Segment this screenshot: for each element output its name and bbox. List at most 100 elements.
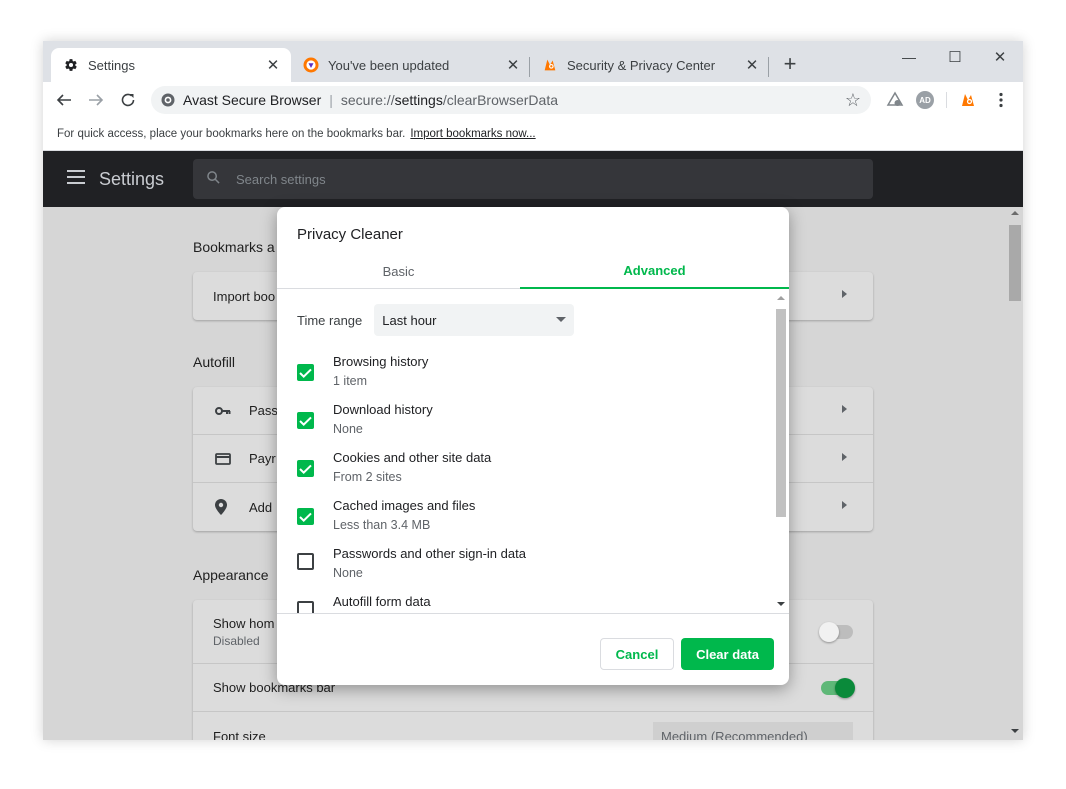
hamburger-menu-icon[interactable] — [67, 170, 85, 184]
menu-button[interactable] — [990, 89, 1012, 111]
row-label: Add — [249, 499, 273, 515]
dialog-tabs: Basic Advanced — [277, 253, 789, 289]
close-icon: ✕ — [993, 49, 1007, 66]
tab-security-privacy[interactable]: Security & Privacy Center ✕ — [530, 48, 770, 82]
checkmark-icon — [299, 368, 312, 378]
clear-data-button[interactable]: Clear data — [681, 638, 774, 670]
scrollbar-thumb[interactable] — [1009, 225, 1021, 301]
bookmarks-bar: For quick access, place your bookmarks h… — [43, 118, 1023, 151]
time-range-value: Last hour — [382, 313, 437, 328]
dialog-scrollbar[interactable] — [773, 291, 789, 613]
avatar: AD — [916, 91, 934, 109]
show-home-label: Show hom — [213, 615, 275, 631]
font-size-row[interactable]: Font size Medium (Recommended) — [193, 712, 873, 740]
option-label: Cached images and files — [333, 498, 476, 513]
scrollbar-thumb[interactable] — [776, 309, 786, 517]
credit-card-icon — [215, 452, 233, 465]
adblock-extension-icon — [886, 91, 904, 106]
option-sub: 1 item — [333, 374, 368, 388]
browser-name: Avast Secure Browser — [183, 92, 322, 108]
search-placeholder: Search settings — [236, 171, 326, 187]
tab-updated[interactable]: You've been updated ✕ — [291, 48, 531, 82]
security-center-button[interactable] — [957, 89, 979, 111]
extension-button[interactable] — [884, 89, 906, 111]
reload-button[interactable] — [117, 89, 139, 111]
checkbox-checked[interactable] — [297, 460, 314, 477]
import-bookmarks-link[interactable]: Import bookmarks now... — [410, 128, 535, 140]
close-icon[interactable]: ✕ — [265, 57, 281, 74]
tab-advanced[interactable]: Advanced — [520, 253, 789, 289]
back-button[interactable] — [53, 89, 75, 111]
show-home-sub: Disabled — [213, 633, 260, 648]
search-settings-input[interactable]: Search settings — [193, 159, 873, 199]
option-download-history[interactable]: Download history None — [297, 402, 757, 442]
arrow-right-icon — [842, 405, 847, 413]
option-cookies[interactable]: Cookies and other site data From 2 sites — [297, 450, 757, 490]
row-label: Pass — [249, 403, 278, 418]
page-scrollbar[interactable] — [1007, 207, 1023, 740]
checkmark-icon — [299, 416, 312, 426]
dialog-title: Privacy Cleaner — [297, 226, 403, 243]
option-label: Passwords and other sign-in data — [333, 546, 526, 561]
tab-basic[interactable]: Basic — [277, 253, 520, 289]
checkbox-unchecked[interactable] — [297, 553, 314, 570]
avast-logo-icon — [962, 94, 974, 106]
option-autofill[interactable]: Autofill form data — [297, 594, 757, 613]
checkmark-icon — [299, 464, 312, 474]
bookmark-star-icon[interactable]: ☆ — [845, 90, 861, 111]
avast-browser-icon — [303, 57, 319, 73]
row-label: Font size — [213, 728, 266, 741]
time-range-select[interactable]: Last hour — [374, 304, 575, 336]
tab-label: Settings — [88, 57, 135, 73]
profile-button[interactable]: AD — [914, 89, 936, 111]
scroll-down-icon[interactable] — [1011, 729, 1019, 733]
cancel-button[interactable]: Cancel — [600, 638, 674, 670]
show-bookmarks-bar-toggle[interactable] — [821, 678, 855, 698]
url-path: /clearBrowserData — [442, 92, 558, 108]
new-tab-button[interactable]: + — [781, 53, 799, 76]
option-browsing-history[interactable]: Browsing history 1 item — [297, 354, 757, 394]
url-host: settings — [394, 92, 443, 108]
chevron-down-icon — [556, 317, 567, 322]
address-bar[interactable]: Avast Secure Browser | secure://settings… — [151, 86, 871, 114]
more-vert-icon — [999, 92, 1003, 108]
option-passwords[interactable]: Passwords and other sign-in data None — [297, 546, 757, 586]
arrow-left-icon — [56, 94, 71, 106]
scroll-down-icon[interactable] — [777, 602, 785, 606]
url-divider: | — [329, 92, 333, 108]
browser-window: Settings ✕ You've been updated ✕ Securit… — [43, 41, 1023, 740]
checkbox-checked[interactable] — [297, 364, 314, 381]
scroll-up-icon[interactable] — [777, 296, 785, 300]
checkbox-checked[interactable] — [297, 508, 314, 525]
minimize-button[interactable]: — — [886, 41, 932, 73]
option-sub: None — [333, 566, 363, 580]
maximize-button[interactable]: ☐ — [932, 41, 978, 73]
font-size-select[interactable]: Medium (Recommended) — [653, 722, 853, 740]
option-cached-images[interactable]: Cached images and files Less than 3.4 MB — [297, 498, 757, 538]
option-sub: Less than 3.4 MB — [333, 518, 431, 532]
time-range-label: Time range — [297, 312, 363, 328]
dialog-divider — [277, 613, 789, 614]
page-title: Settings — [99, 169, 165, 189]
option-label: Browsing history — [333, 354, 429, 369]
show-home-toggle[interactable] — [819, 622, 853, 642]
close-window-button[interactable]: ✕ — [977, 41, 1023, 73]
toolbar-divider — [946, 92, 947, 108]
row-label: Payr — [249, 451, 276, 466]
tab-settings[interactable]: Settings ✕ — [51, 48, 291, 82]
time-range: Time range Last hour — [297, 304, 575, 336]
settings-header: Settings Search settings — [43, 151, 1023, 207]
close-icon[interactable]: ✕ — [505, 57, 521, 74]
arrow-right-icon — [842, 453, 847, 461]
checkbox-unchecked[interactable] — [297, 601, 314, 613]
section-title-appearance: Appearance — [193, 567, 269, 583]
option-sub: None — [333, 422, 363, 436]
section-title-bookmarks: Bookmarks a — [193, 239, 275, 255]
scroll-up-icon[interactable] — [1011, 211, 1019, 215]
maximize-icon: ☐ — [948, 49, 962, 66]
tab-strip: Settings ✕ You've been updated ✕ Securit… — [43, 41, 1023, 82]
close-icon[interactable]: ✕ — [744, 57, 760, 74]
row-label: Import boo — [213, 288, 276, 304]
checkbox-checked[interactable] — [297, 412, 314, 429]
forward-button[interactable] — [85, 89, 107, 111]
